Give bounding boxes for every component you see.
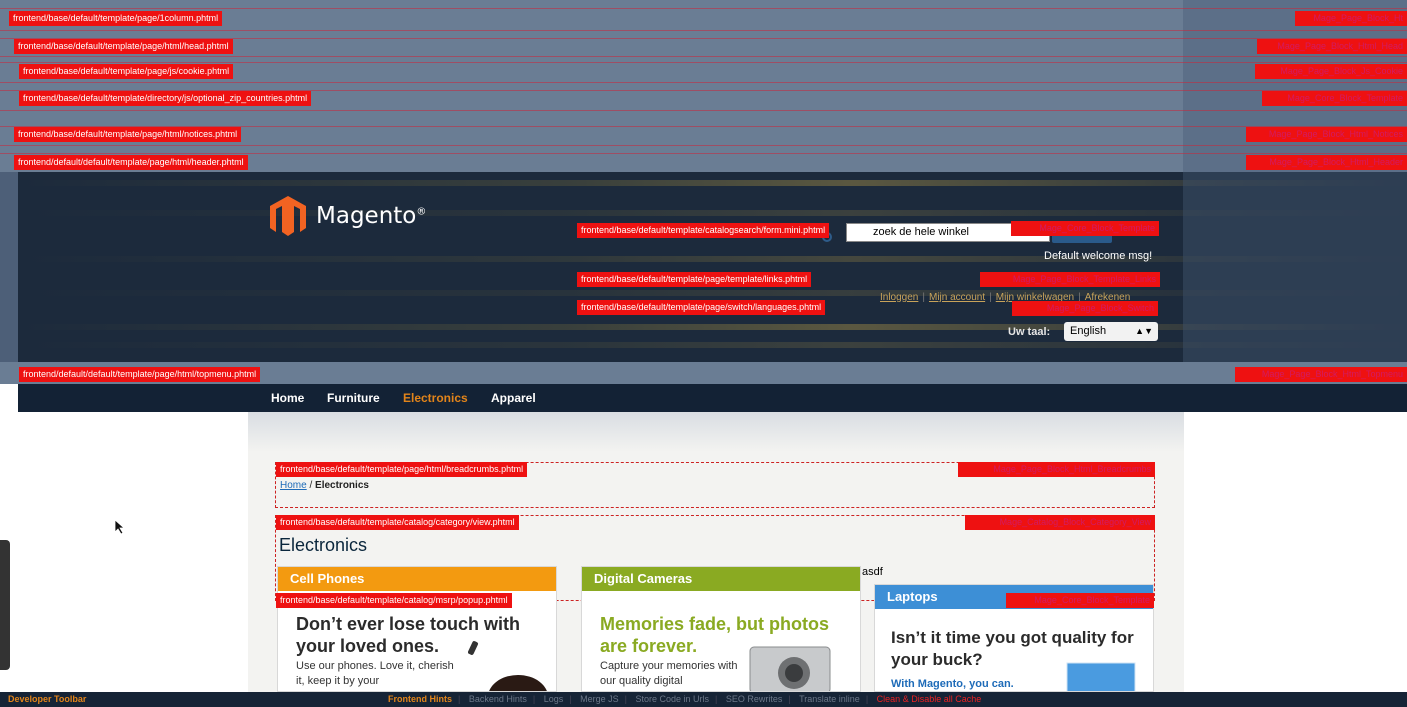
side-panel-handle[interactable] <box>0 540 10 670</box>
hint-class-languages: Mage_Page_Block_Switch <box>1012 301 1158 316</box>
hint-class-notices: Mage_Page_Block_Html_Notices <box>1246 127 1407 142</box>
toolbar-merge-js[interactable]: Merge JS <box>580 694 619 704</box>
hint-line <box>0 110 1407 111</box>
welcome-message: Default welcome msg! <box>1044 250 1153 262</box>
link-my-account[interactable]: Mijn account <box>929 292 985 303</box>
nav-apparel[interactable]: Apparel <box>491 391 536 405</box>
toolbar-logs[interactable]: Logs <box>544 694 564 704</box>
hint-msrp-popup: frontend/base/default/template/catalog/m… <box>276 593 512 608</box>
toolbar-seo-rewrites[interactable]: SEO Rewrites <box>726 694 783 704</box>
select-arrows-icon: ▲▼ <box>1135 326 1153 336</box>
hint-class-page-1column: Mage_Page_Block_Ht <box>1295 11 1407 26</box>
hint-line <box>0 153 1407 154</box>
promo-body: Capture your memories with our quality d… <box>600 660 738 687</box>
camera-photo-icon <box>749 646 831 691</box>
page-title: Electronics <box>279 535 368 555</box>
logo-text: Magento <box>316 203 417 229</box>
toolbar-store-code[interactable]: Store Code in Urls <box>636 694 710 704</box>
header-left-pad <box>0 172 18 362</box>
site-header <box>0 172 1407 362</box>
breadcrumb-current: Electronics <box>315 480 369 491</box>
hint-class-topmenu: Mage_Page_Block_Html_Topmenu <box>1235 367 1407 382</box>
toolbar-backend-hints[interactable]: Backend Hints <box>469 694 527 704</box>
header-right-pad <box>1183 172 1407 362</box>
hint-line <box>0 56 1407 57</box>
category-description: asdf <box>862 566 883 578</box>
hint-page-1column: frontend/base/default/template/page/1col… <box>9 11 223 26</box>
hint-class-optional-zip: Mage_Core_Block_Template <box>1262 91 1407 106</box>
hint-line <box>0 145 1407 146</box>
hint-header: frontend/default/default/template/page/h… <box>14 155 248 170</box>
developer-toolbar-title: Developer Toolbar <box>8 694 87 704</box>
card-header: Digital Cameras <box>582 567 860 591</box>
toolbar-translate-inline[interactable]: Translate inline <box>799 694 860 704</box>
laptop-photo-icon <box>1066 662 1136 691</box>
hint-topmenu: frontend/default/default/template/page/h… <box>19 367 261 382</box>
hint-class-js-cookie: Mage_Page_Block_Js_Cookie <box>1255 64 1407 79</box>
hint-breadcrumbs: frontend/base/default/template/page/html… <box>276 462 528 477</box>
nav-home[interactable]: Home <box>271 391 304 405</box>
hint-js-cookie: frontend/base/default/template/page/js/c… <box>19 64 234 79</box>
breadcrumb-home[interactable]: Home <box>280 480 307 491</box>
language-select[interactable]: English ▲▼ <box>1064 322 1158 341</box>
link-login[interactable]: Inloggen <box>880 292 918 303</box>
language-label: Uw taal: <box>1008 326 1051 338</box>
nav-electronics[interactable]: Electronics <box>403 391 468 405</box>
card-header: Cell Phones <box>278 567 556 591</box>
hint-languages: frontend/base/default/template/page/swit… <box>577 300 826 315</box>
mouse-cursor-icon <box>114 519 126 535</box>
site-logo[interactable]: Magento® <box>270 196 426 236</box>
logo-registered-mark: ® <box>416 206 427 218</box>
hint-class-breadcrumbs: Mage_Page_Block_Html_Breadcrumbs <box>958 462 1155 477</box>
hint-class-html-head: Mage_Page_Block_Html_Head <box>1257 39 1407 54</box>
developer-toolbar: Developer Toolbar Frontend Hints | Backen… <box>0 692 1407 707</box>
hint-form-mini: frontend/base/default/template/catalogse… <box>577 223 830 238</box>
hint-line <box>0 62 1407 63</box>
phone-photo-icon <box>468 641 547 691</box>
main-column-shade <box>248 412 1184 452</box>
nav-furniture[interactable]: Furniture <box>327 391 380 405</box>
hint-class-form-mini: Mage_Core_Block_Template <box>1011 221 1159 236</box>
category-card-cell-phones[interactable]: Cell Phones Don’t ever lose touch with y… <box>277 566 557 692</box>
hint-optional-zip: frontend/base/default/template/directory… <box>19 91 312 106</box>
magento-logo-icon <box>270 196 306 236</box>
language-value: English <box>1070 325 1107 337</box>
promo-body: Use our phones. Love it, cherish it, kee… <box>296 660 454 687</box>
category-card-digital-cameras[interactable]: Digital Cameras Memories fade, but photo… <box>581 566 861 692</box>
hint-class-laptops: Mage_Core_Block_Template <box>1006 593 1154 608</box>
hint-category-view: frontend/base/default/template/catalog/c… <box>276 515 519 530</box>
toolbar-frontend-hints[interactable]: Frontend Hints <box>388 694 452 704</box>
breadcrumb-separator: / <box>306 480 316 491</box>
hint-line <box>0 8 1407 9</box>
hint-line <box>0 82 1407 83</box>
main-navigation <box>18 384 1407 412</box>
hint-class-header: Mage_Page_Block_Html_Header <box>1246 155 1407 170</box>
hint-line <box>0 30 1407 31</box>
hint-notices: frontend/base/default/template/page/html… <box>14 127 242 142</box>
promo-body: With Magento, you can. <box>891 678 1014 690</box>
hint-links: frontend/base/default/template/page/temp… <box>577 272 812 287</box>
hint-class-category-view: Mage_Catalog_Block_Category_View <box>965 515 1155 530</box>
toolbar-clean-cache[interactable]: Clean & Disable all Cache <box>877 694 982 704</box>
breadcrumb: Home / Electronics <box>280 480 369 491</box>
hint-html-head: frontend/base/default/template/page/html… <box>14 39 233 54</box>
hint-class-links: Mage_Page_Block_Template_Links <box>980 272 1160 287</box>
